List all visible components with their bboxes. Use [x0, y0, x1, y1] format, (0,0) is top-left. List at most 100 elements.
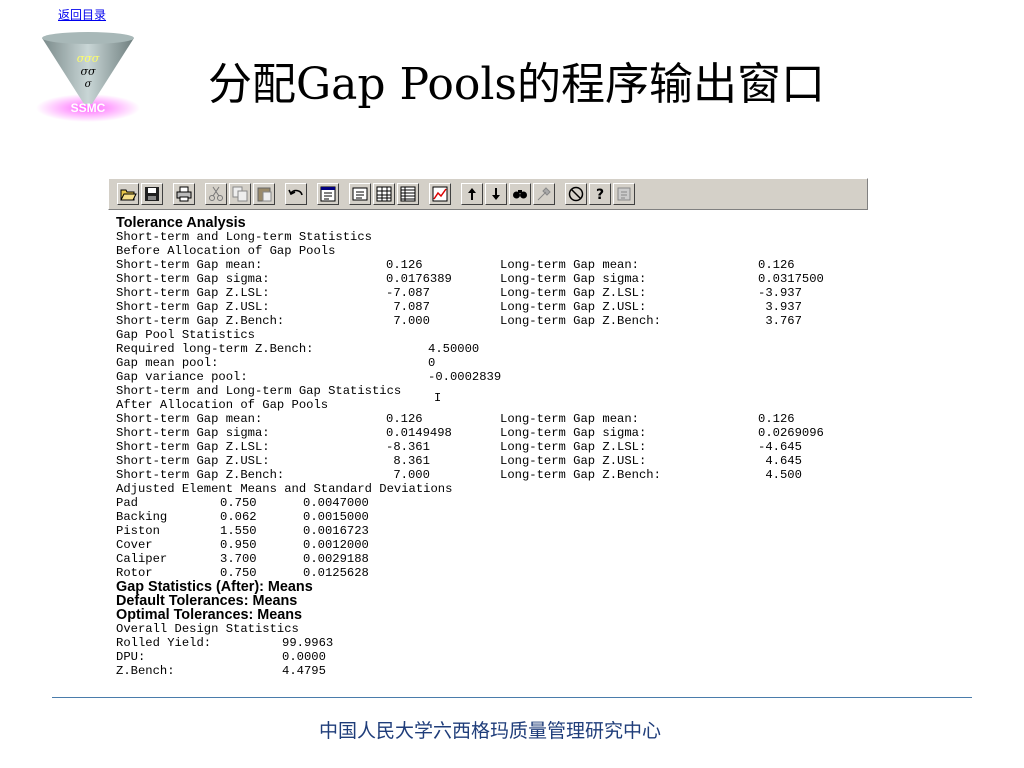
info-icon[interactable] [613, 183, 635, 205]
output-cell: Short-term Gap Z.USL: [116, 454, 270, 468]
output-cell: Gap mean pool: [116, 356, 219, 370]
page-title: 分配Gap Pools的程序输出窗口 [208, 59, 825, 110]
text-cursor-icon: I [434, 391, 442, 405]
output-cell: 0.950 [220, 538, 257, 552]
undo-icon[interactable] [285, 183, 307, 205]
output-cell: 0.0029188 [303, 552, 369, 566]
cut-icon[interactable] [205, 183, 227, 205]
session-output: Tolerance Analysis Short-term and Long-t… [116, 216, 861, 686]
output-cell: 0.0149498 [386, 426, 452, 440]
bold-summary-line: Optimal Tolerances: Means [116, 607, 303, 623]
output-cell: Long-term Gap Z.LSL: [500, 440, 647, 454]
session-window-icon[interactable] [317, 183, 339, 205]
output-cell: 4.500 [758, 468, 802, 482]
output-cell: 0.126 [386, 412, 423, 426]
output-cell: -3.937 [758, 286, 802, 300]
output-cell: Gap variance pool: [116, 370, 248, 384]
section-title: Short-term and Long-term Statistics [116, 230, 372, 244]
output-cell: 0.0000 [282, 650, 326, 664]
output-cell: 0 [428, 356, 436, 370]
footer-divider [52, 697, 972, 698]
output-cell: 0.0269096 [758, 426, 824, 440]
output-cell: Short-term Gap mean: [116, 258, 263, 272]
section-title: Gap Pool Statistics [116, 328, 255, 342]
output-cell: Long-term Gap mean: [500, 412, 639, 426]
report-icon[interactable] [349, 183, 371, 205]
section-title: Short-term and Long-term Gap Statistics [116, 384, 402, 398]
element-row: Caliper 3.700 0.0029188 [116, 552, 861, 566]
output-cell: 0.0047000 [303, 496, 369, 510]
table-icon[interactable] [373, 183, 395, 205]
stat-row: Short-term Gap Z.USL: 8.361 Long-term Gap… [116, 454, 861, 468]
output-cell: 99.9963 [282, 636, 334, 650]
output-cell: -8.361 [386, 440, 430, 454]
output-cell: Required long-term Z.Bench: [116, 342, 314, 356]
output-cell: 0.126 [758, 412, 795, 426]
output-cell: Z.Bench: [116, 664, 175, 678]
print-icon[interactable] [173, 183, 195, 205]
stat-row: Short-term Gap Z.Bench: 7.000 Long-term G… [116, 468, 861, 482]
help-icon[interactable]: ? [589, 183, 611, 205]
output-cell: 0.750 [220, 496, 257, 510]
output-cell: 0.0317500 [758, 272, 824, 286]
chart-icon[interactable] [429, 183, 451, 205]
overall-row: Rolled Yield: 99.9963 [116, 636, 861, 650]
output-cell: 4.4795 [282, 664, 326, 678]
output-cell: 0.0016723 [303, 524, 369, 538]
output-cell: Long-term Gap mean: [500, 258, 639, 272]
pool-row: Gap variance pool: -0.0002839 [116, 370, 861, 384]
section-subtitle: Before Allocation of Gap Pools [116, 244, 336, 258]
up-arrow-icon[interactable] [461, 183, 483, 205]
output-cell: Rotor [116, 566, 153, 580]
output-cell: 0.126 [386, 258, 423, 272]
back-to-contents-link[interactable]: 返回目录 [58, 6, 106, 23]
output-cell: 4.50000 [428, 342, 480, 356]
output-cell: Pad [116, 496, 138, 510]
output-cell: Short-term Gap mean: [116, 412, 263, 426]
output-cell: Long-term Gap Z.Bench: [500, 314, 661, 328]
pool-row: Required long-term Z.Bench: 4.50000 [116, 342, 861, 356]
output-cell: 0.750 [220, 566, 257, 580]
output-cell: 7.000 [386, 468, 430, 482]
output-cell: 3.937 [758, 300, 802, 314]
output-cell: Long-term Gap sigma: [500, 426, 647, 440]
stat-row: Short-term Gap Z.Bench: 7.000 Long-term G… [116, 314, 861, 328]
output-cell: Long-term Gap sigma: [500, 272, 647, 286]
paste-icon[interactable] [253, 183, 275, 205]
output-cell: 4.645 [758, 454, 802, 468]
section-title: Overall Design Statistics [116, 622, 299, 636]
output-cell: Backing [116, 510, 168, 524]
cancel-icon[interactable] [565, 183, 587, 205]
element-row: Backing 0.062 0.0015000 [116, 510, 861, 524]
down-arrow-icon[interactable] [485, 183, 507, 205]
output-cell: -4.645 [758, 440, 802, 454]
output-cell: Rolled Yield: [116, 636, 212, 650]
output-cell: 7.087 [386, 300, 430, 314]
output-cell: Long-term Gap Z.USL: [500, 300, 647, 314]
output-cell: 0.0176389 [386, 272, 452, 286]
copy-icon[interactable] [229, 183, 251, 205]
output-cell: Short-term Gap Z.USL: [116, 300, 270, 314]
output-cell: 0.126 [758, 258, 795, 272]
output-cell: 8.361 [386, 454, 430, 468]
find-icon[interactable] [509, 183, 531, 205]
svg-text:σσσ: σσσ [77, 52, 100, 65]
output-cell: 3.700 [220, 552, 257, 566]
output-cell: Long-term Gap Z.USL: [500, 454, 647, 468]
output-cell: -0.0002839 [428, 370, 502, 384]
output-cell: 0.0015000 [303, 510, 369, 524]
save-icon[interactable] [141, 183, 163, 205]
element-row: Piston 1.550 0.0016723 [116, 524, 861, 538]
overall-row: DPU: 0.0000 [116, 650, 861, 664]
output-cell: 7.000 [386, 314, 430, 328]
element-row: Pad 0.750 0.0047000 [116, 496, 861, 510]
overall-row: Z.Bench: 4.4795 [116, 664, 861, 678]
tools-icon[interactable] [533, 183, 555, 205]
open-folder-icon[interactable] [117, 183, 139, 205]
output-cell: 3.767 [758, 314, 802, 328]
toolbar: ? [108, 178, 868, 210]
section-subtitle: After Allocation of Gap Pools [116, 398, 329, 412]
grid-icon[interactable] [397, 183, 419, 205]
footer-text: 中国人民大学六西格玛质量管理研究中心 [318, 720, 661, 742]
stat-row: Short-term Gap Z.USL: 7.087 Long-term Gap… [116, 300, 861, 314]
